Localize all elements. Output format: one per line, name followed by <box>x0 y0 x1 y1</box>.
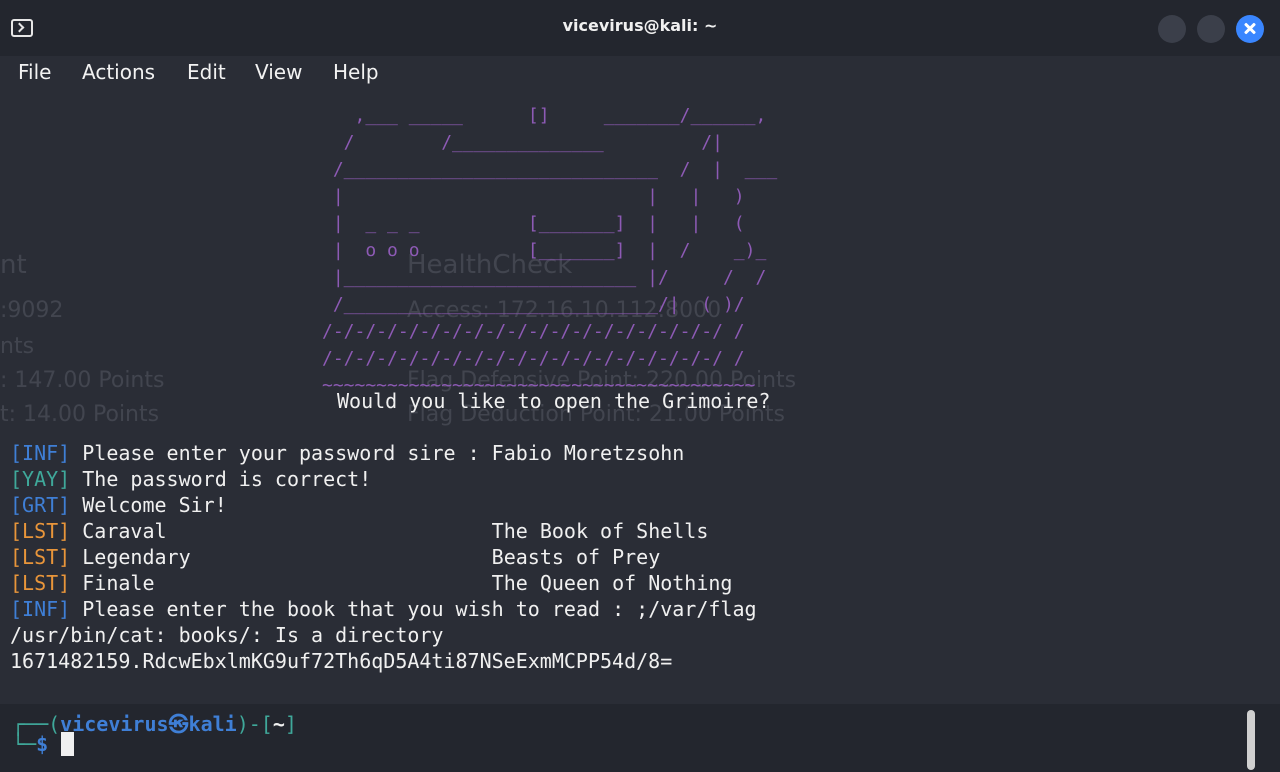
output-line: [INF] Please enter your password sire : … <box>10 441 684 465</box>
scrollbar[interactable] <box>1247 710 1255 770</box>
menu-edit[interactable]: Edit <box>187 60 226 84</box>
log-text: Please enter the book that you wish to r… <box>70 597 757 621</box>
ghost-left-147: : 147.00 Points <box>0 368 165 393</box>
output-line: 1671482159.RdcwEbxlmKG9uf72Th6qD5A4ti87N… <box>10 649 672 673</box>
log-text: 1671482159.RdcwEbxlmKG9uf72Th6qD5A4ti87N… <box>10 649 673 673</box>
grimoire-question: Would you like to open the Grimoire? <box>337 389 771 413</box>
window-title: vicevirus@kali: ~ <box>562 16 718 35</box>
log-text: The password is correct! <box>70 467 372 491</box>
log-text: Please enter your password sire : Fabio … <box>70 441 685 465</box>
close-button[interactable] <box>1236 15 1264 43</box>
menu-view[interactable]: View <box>255 60 302 84</box>
menu-actions[interactable]: Actions <box>82 60 155 84</box>
title-bar[interactable]: vicevirus@kali: ~ <box>0 0 1280 56</box>
log-text: Caraval The Book of Shells <box>70 519 709 543</box>
output-line: [YAY] The password is correct! <box>10 467 371 491</box>
log-text: /usr/bin/cat: books/: Is a directory <box>10 623 444 647</box>
shell-prompt-line2: └─$ <box>12 732 49 756</box>
log-tag: [LST] <box>10 571 71 595</box>
ghost-left-14: t: 14.00 Points <box>0 402 160 427</box>
log-tag: [LST] <box>10 519 71 543</box>
log-tag: [LST] <box>10 545 71 569</box>
grimoire-ascii-art: ,___ _____ [] _______/______, / /_______… <box>322 105 778 396</box>
output-line: [GRT] Welcome Sir! <box>10 493 227 517</box>
menu-bar: File Actions Edit View Help <box>0 56 1280 92</box>
output-line: [LST] Legendary Beasts of Prey <box>10 545 660 569</box>
log-tag: [INF] <box>10 597 71 621</box>
ghost-left-port: :9092 <box>0 298 64 323</box>
text-cursor <box>61 732 74 756</box>
minimize-button[interactable] <box>1158 15 1186 43</box>
output-line: [INF] Please enter the book that you wis… <box>10 597 757 621</box>
output-line: /usr/bin/cat: books/: Is a directory <box>10 623 443 647</box>
ghost-left-nts: nts <box>0 334 35 359</box>
log-text: Legendary Beasts of Prey <box>70 545 661 569</box>
log-tag: [YAY] <box>10 467 71 491</box>
maximize-button[interactable] <box>1197 15 1225 43</box>
log-tag: [GRT] <box>10 493 71 517</box>
log-text: Welcome Sir! <box>70 493 227 517</box>
log-tag: [INF] <box>10 441 71 465</box>
output-line: [LST] Caraval The Book of Shells <box>10 519 708 543</box>
menu-help[interactable]: Help <box>333 60 379 84</box>
shell-prompt-line1: ┌──(vicevirus㉿kali)-[~] <box>12 712 297 736</box>
menu-file[interactable]: File <box>18 60 51 84</box>
log-text: Finale The Queen of Nothing <box>70 571 733 595</box>
ghost-left-nt: nt <box>0 250 27 280</box>
output-line: [LST] Finale The Queen of Nothing <box>10 571 732 595</box>
